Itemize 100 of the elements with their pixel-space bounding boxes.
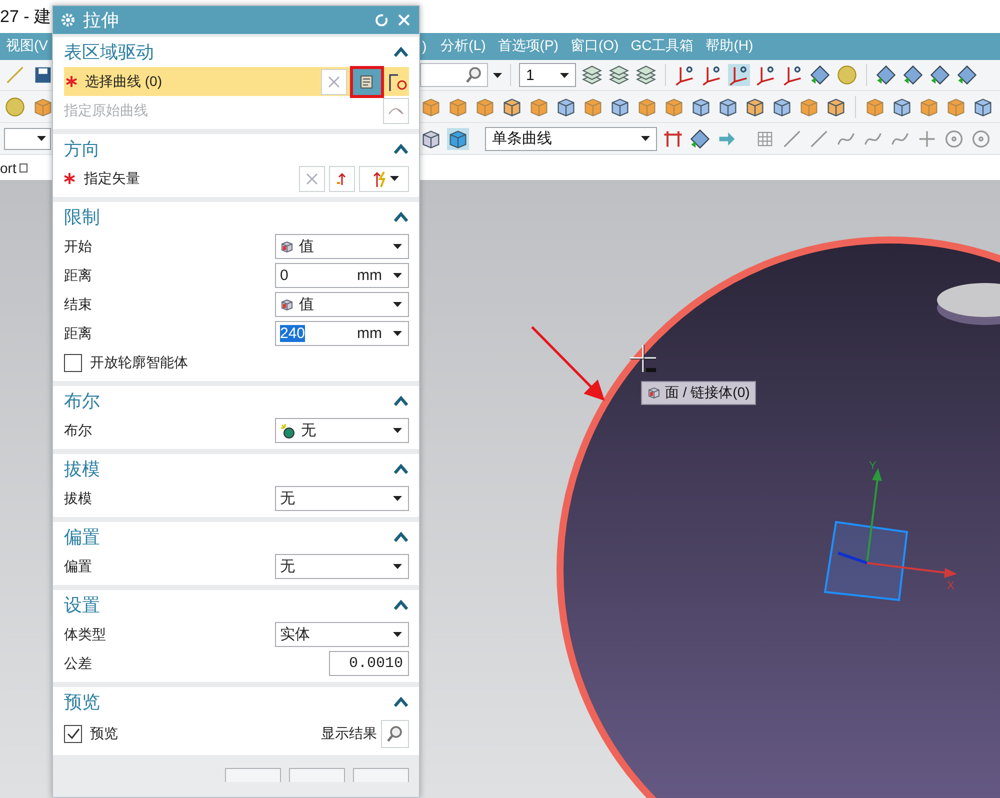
- collapse-icon[interactable]: [393, 396, 409, 406]
- dialog-title: 拉伸: [83, 9, 120, 32]
- cube-icon[interactable]: [447, 128, 469, 150]
- coordinate-triad-drawing: Y X: [824, 460, 957, 602]
- field-label: 布尔: [64, 422, 93, 440]
- close-icon[interactable]: [397, 13, 411, 27]
- caret-down-icon: [641, 136, 650, 142]
- search-icon: [465, 66, 483, 84]
- field-label: 开始: [64, 238, 93, 256]
- section-title: 设置: [64, 594, 100, 617]
- curve-selection-row[interactable]: 选择曲线 (0): [64, 67, 409, 96]
- select-curve-button[interactable]: [350, 66, 384, 98]
- collapse-icon[interactable]: [393, 144, 409, 154]
- dropdown[interactable]: 无: [275, 486, 409, 511]
- search-field[interactable]: [420, 63, 488, 88]
- checkbox[interactable]: [64, 725, 82, 743]
- vector-button[interactable]: [329, 166, 355, 192]
- section-title: 方向: [64, 138, 100, 161]
- selection-tooltip: 面 / 链接体(0): [641, 381, 756, 405]
- sphere-icon[interactable]: [4, 96, 26, 118]
- caret-down-icon: [393, 302, 402, 307]
- caret-down-icon: [393, 428, 402, 433]
- field-label: 拔模: [64, 490, 93, 508]
- layers-icon[interactable]: [635, 64, 657, 86]
- diamond-icon[interactable]: [809, 64, 831, 86]
- field-label: 体类型: [64, 626, 107, 644]
- caret-down-icon: [393, 273, 402, 278]
- section-title: 偏置: [64, 526, 100, 549]
- dropdown[interactable]: 无: [275, 418, 409, 443]
- caret-down-icon: [493, 72, 502, 78]
- checkbox[interactable]: [64, 354, 82, 372]
- curve-button[interactable]: [383, 98, 409, 124]
- circle-icon[interactable]: [970, 128, 992, 150]
- collapse-icon[interactable]: [393, 47, 409, 57]
- diamond-icon[interactable]: [689, 128, 711, 150]
- collapse-icon[interactable]: [393, 532, 409, 542]
- layers-icon[interactable]: [581, 64, 603, 86]
- field-label: 距离: [64, 324, 93, 342]
- window-title: 27 - 建: [0, 6, 52, 28]
- tolerance-field[interactable]: 0.0010: [329, 651, 409, 676]
- caret-down-icon: [393, 244, 402, 249]
- field-label: 指定原始曲线: [64, 102, 149, 120]
- caret-down-icon: [393, 564, 402, 569]
- dropdown[interactable]: 无: [275, 554, 409, 579]
- vector-dropdown[interactable]: [359, 166, 409, 192]
- axes-icon[interactable]: [782, 64, 804, 86]
- distance-field[interactable]: 240 mm: [275, 321, 409, 346]
- curve-icon: [388, 106, 404, 116]
- field-label: 结束: [64, 296, 93, 314]
- checkbox-label: 预览: [90, 725, 119, 743]
- hole-drawing: [937, 283, 1000, 325]
- crosshair-cursor-icon: [629, 344, 657, 373]
- curve-rule-dropdown[interactable]: 单条曲线: [485, 126, 657, 151]
- tab-label[interactable]: ort: [0, 160, 16, 176]
- dropdown[interactable]: 值: [275, 234, 409, 259]
- sphere-icon[interactable]: [836, 64, 858, 86]
- axes-icon[interactable]: [701, 64, 723, 86]
- magnifier-icon: [386, 725, 404, 743]
- field-label: 偏置: [64, 558, 93, 576]
- caret-down-icon: [560, 72, 569, 78]
- settings-icon[interactable]: [61, 13, 75, 27]
- layer-dropdown[interactable]: 1: [519, 63, 576, 88]
- cross-icon: [327, 74, 341, 88]
- axes-icon[interactable]: [755, 64, 777, 86]
- unit-label: mm: [357, 325, 382, 342]
- section-title: 限制: [64, 206, 100, 229]
- dropdown[interactable]: 实体: [275, 622, 409, 647]
- section-title: 表区域驱动: [64, 41, 154, 64]
- caret-down-icon: [393, 496, 402, 501]
- axes-icon[interactable]: [728, 64, 750, 86]
- cube-icon: [647, 386, 661, 400]
- show-result-button[interactable]: 显示结果: [321, 720, 409, 748]
- cross-icon: [305, 172, 319, 186]
- diamond-icon[interactable]: [929, 64, 951, 86]
- axes-icon[interactable]: [674, 64, 696, 86]
- cube-icon: [280, 298, 294, 312]
- unit-label: mm: [357, 267, 382, 284]
- layers-icon[interactable]: [608, 64, 630, 86]
- checkbox-label: 开放轮廓智能体: [90, 354, 189, 372]
- caret-down-icon: [37, 136, 46, 142]
- collapse-icon[interactable]: [393, 697, 409, 707]
- section-title: 布尔: [64, 390, 100, 413]
- collapse-icon[interactable]: [393, 600, 409, 610]
- dropdown[interactable]: [4, 128, 51, 150]
- collapse-icon[interactable]: [393, 212, 409, 222]
- cube-icon: [280, 240, 294, 254]
- distance-field[interactable]: 0 mm: [275, 263, 409, 288]
- tab-icon[interactable]: [19, 162, 30, 173]
- circle-icon[interactable]: [943, 128, 965, 150]
- diamond-icon[interactable]: [956, 64, 978, 86]
- reset-icon[interactable]: [375, 13, 389, 27]
- diamond-icon[interactable]: [902, 64, 924, 86]
- caret-down-icon: [393, 331, 402, 336]
- field-label: 公差: [64, 654, 93, 672]
- curve-select-icon: [359, 74, 375, 90]
- collapse-icon[interactable]: [393, 464, 409, 474]
- dropdown[interactable]: 值: [275, 292, 409, 317]
- diamond-icon[interactable]: [875, 64, 897, 86]
- caret-down-icon: [393, 632, 402, 637]
- section-title: 预览: [64, 691, 100, 714]
